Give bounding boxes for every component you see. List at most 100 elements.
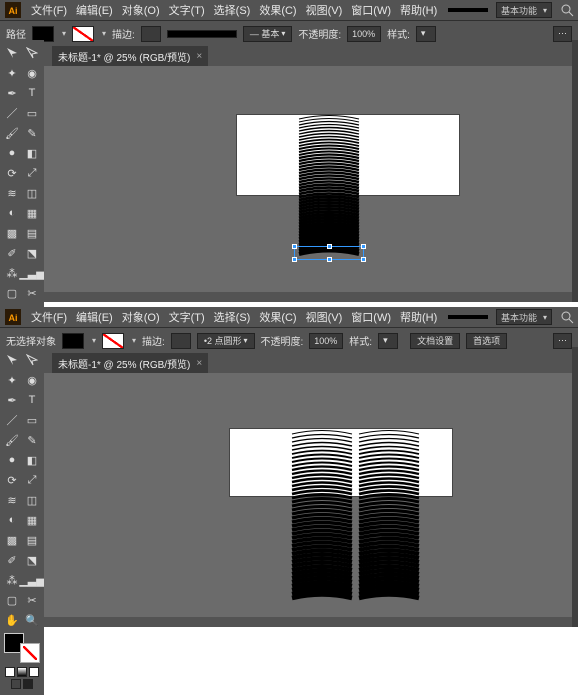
menu-view[interactable]: 视图(V) (302, 0, 347, 20)
menu-view[interactable]: 视图(V) (302, 307, 347, 327)
preferences-button[interactable]: 首选项 (466, 333, 507, 349)
color-mode-solid[interactable] (5, 667, 15, 677)
panel-strip[interactable] (572, 347, 578, 627)
brush-dropdown[interactable]: • 2 点圆形▾ (197, 333, 255, 349)
tool-type[interactable]: T (23, 84, 41, 102)
tool-line[interactable]: ／ (3, 411, 21, 429)
tool-selection[interactable] (3, 351, 21, 369)
style-dropdown[interactable]: ▾ (378, 333, 398, 349)
blend-shape[interactable] (294, 114, 364, 264)
tool-lasso[interactable]: ◉ (23, 371, 41, 389)
menu-effect[interactable]: 效果(C) (255, 0, 300, 20)
tool-width[interactable]: ≋ (3, 184, 21, 202)
tool-blob-brush[interactable]: ● (3, 451, 21, 469)
search-icon[interactable] (560, 3, 574, 17)
tool-direct-selection[interactable] (23, 351, 41, 369)
tool-pencil[interactable]: ✎ (23, 431, 41, 449)
tool-lasso[interactable]: ◉ (23, 64, 41, 82)
color-mode-none[interactable] (29, 667, 39, 677)
tool-paintbrush[interactable]: 🖌 (3, 124, 21, 142)
stroke-swatch[interactable] (102, 333, 124, 349)
tool-shape-builder[interactable]: ◐ (3, 511, 21, 529)
blend-shape-right[interactable] (354, 429, 424, 609)
tool-shape-builder[interactable]: ◐ (3, 204, 21, 222)
stroke-swatch[interactable] (72, 26, 94, 42)
selection-handle-se[interactable] (361, 257, 366, 262)
document-tab[interactable]: 未标题-1* @ 25% (RGB/预览) × (52, 353, 208, 373)
style-dropdown[interactable]: ▾ (416, 26, 436, 42)
selection-handle-sw[interactable] (292, 257, 297, 262)
menu-select[interactable]: 选择(S) (210, 307, 255, 327)
tool-pen[interactable]: ✒ (3, 391, 21, 409)
close-tab-icon[interactable]: × (196, 51, 202, 62)
selection-handle-nw[interactable] (292, 244, 297, 249)
tool-mesh[interactable]: ▩ (3, 531, 21, 549)
menu-help[interactable]: 帮助(H) (396, 0, 441, 20)
stroke-cap-dropdown[interactable]: — 基本▾ (243, 26, 293, 42)
more-options-icon[interactable]: ⋯ (553, 26, 572, 42)
stroke-chevron-icon[interactable]: ▾ (132, 336, 136, 345)
tool-slice[interactable]: ✂ (23, 591, 41, 609)
color-mode-gradient[interactable] (17, 667, 27, 677)
panel-strip[interactable] (572, 40, 578, 302)
selection-handle-n[interactable] (327, 244, 332, 249)
tool-blend[interactable]: ⬔ (23, 244, 41, 262)
tool-magic-wand[interactable]: ✦ (3, 371, 21, 389)
tool-rotate[interactable]: ⟳ (3, 164, 21, 182)
menu-select[interactable]: 选择(S) (210, 0, 255, 20)
menu-type[interactable]: 文字(T) (165, 307, 209, 327)
fill-chevron-icon[interactable]: ▾ (92, 336, 96, 345)
opacity-field[interactable]: 100% (347, 26, 381, 42)
tool-pencil[interactable]: ✎ (23, 124, 41, 142)
screen-mode-full[interactable] (23, 679, 33, 689)
close-tab-icon[interactable]: × (196, 358, 202, 369)
more-options-icon[interactable]: ⋯ (553, 333, 572, 349)
selection-bounding-box[interactable] (294, 246, 364, 260)
work-area[interactable] (44, 373, 572, 617)
stroke-chevron-icon[interactable]: ▾ (102, 29, 106, 38)
menu-window[interactable]: 窗口(W) (347, 307, 395, 327)
tool-paintbrush[interactable]: 🖌 (3, 431, 21, 449)
menu-object[interactable]: 对象(O) (118, 307, 164, 327)
stroke-weight-field[interactable] (141, 26, 161, 42)
work-area[interactable] (44, 66, 572, 292)
tool-column-graph[interactable]: ▁▃▅ (23, 264, 41, 282)
tool-artboard[interactable]: ▢ (3, 591, 21, 609)
tool-artboard[interactable]: ▢ (3, 284, 21, 302)
tool-perspective[interactable]: ▦ (23, 204, 41, 222)
tool-column-graph[interactable]: ▁▃▅ (23, 571, 41, 589)
tool-magic-wand[interactable]: ✦ (3, 64, 21, 82)
menu-effect[interactable]: 效果(C) (255, 307, 300, 327)
tool-free-transform[interactable]: ◫ (23, 491, 41, 509)
menu-edit[interactable]: 编辑(E) (72, 0, 117, 20)
search-icon[interactable] (560, 310, 574, 324)
workspace-switcher[interactable]: 基本功能▾ (496, 309, 552, 325)
tool-blend[interactable]: ⬔ (23, 551, 41, 569)
tool-selection[interactable] (3, 44, 21, 62)
workspace-switcher[interactable]: 基本功能▾ (496, 2, 552, 18)
tool-gradient[interactable]: ▤ (23, 224, 41, 242)
fill-swatch[interactable] (62, 333, 84, 349)
screen-mode-normal[interactable] (11, 679, 21, 689)
tool-slice[interactable]: ✂ (23, 284, 41, 302)
selection-handle-ne[interactable] (361, 244, 366, 249)
tool-blob-brush[interactable]: ● (3, 144, 21, 162)
tool-eyedropper[interactable]: ✐ (3, 551, 21, 569)
tool-rectangle[interactable]: ▭ (23, 411, 41, 429)
tool-width[interactable]: ≋ (3, 491, 21, 509)
menu-type[interactable]: 文字(T) (165, 0, 209, 20)
background-color[interactable] (20, 643, 40, 663)
tool-eraser[interactable]: ◧ (23, 451, 41, 469)
selection-handle-s[interactable] (327, 257, 332, 262)
tool-rotate[interactable]: ⟳ (3, 471, 21, 489)
opacity-field[interactable]: 100% (309, 333, 343, 349)
tool-type[interactable]: T (23, 391, 41, 409)
tool-hand[interactable]: ✋ (3, 611, 21, 629)
stroke-weight-field[interactable] (171, 333, 191, 349)
menu-file[interactable]: 文件(F) (27, 0, 71, 20)
tool-perspective[interactable]: ▦ (23, 511, 41, 529)
tool-zoom[interactable]: 🔍 (23, 611, 41, 629)
tool-eraser[interactable]: ◧ (23, 144, 41, 162)
tool-scale[interactable]: ⤢ (23, 471, 41, 489)
menu-window[interactable]: 窗口(W) (347, 0, 395, 20)
